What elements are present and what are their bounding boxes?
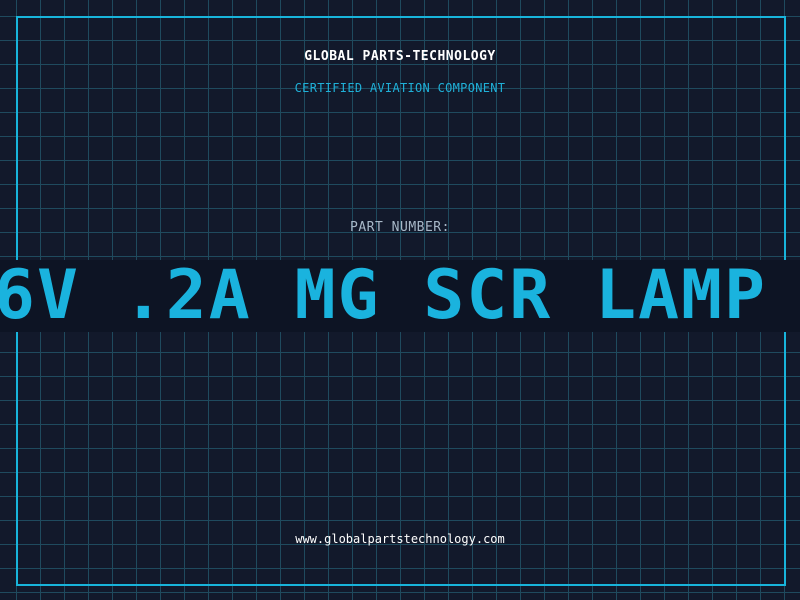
part-number-band: 6V .2A MG SCR LAMP bbox=[0, 260, 800, 332]
certification-subtitle: CERTIFIED AVIATION COMPONENT bbox=[294, 81, 506, 95]
part-number-label: PART NUMBER: bbox=[350, 220, 450, 235]
part-number-value: 6V .2A MG SCR LAMP bbox=[0, 260, 767, 332]
website-link[interactable]: www.globalpartstechnology.com bbox=[0, 531, 800, 547]
brand-title: GLOBAL PARTS-TECHNOLOGY bbox=[304, 49, 496, 64]
